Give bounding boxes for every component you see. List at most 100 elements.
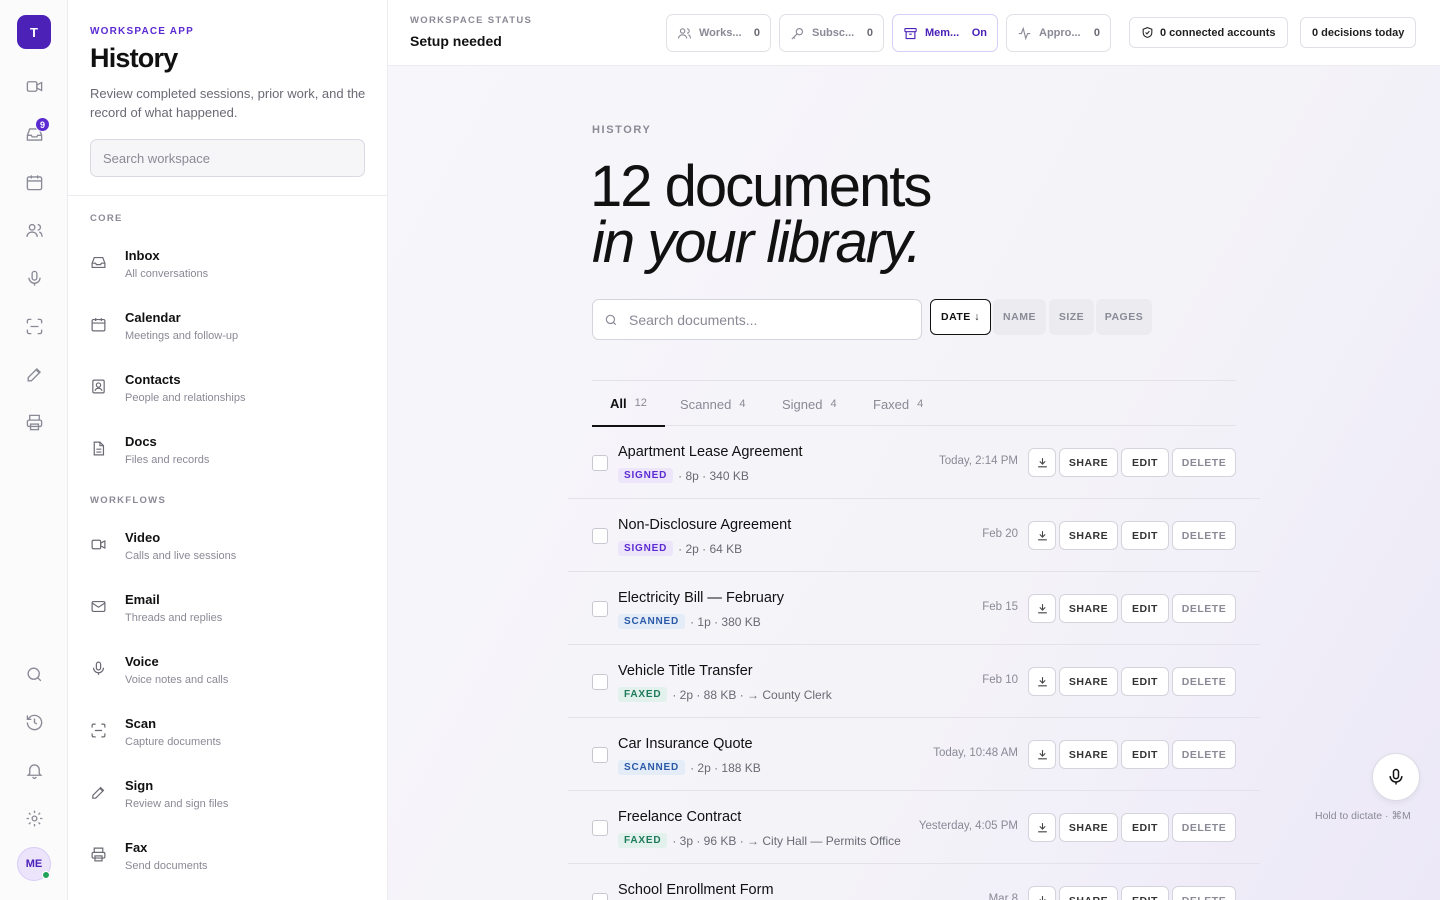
sidebar-item-calendar[interactable]: Calendar Meetings and follow-up xyxy=(82,304,374,354)
table-row[interactable]: Freelance Contract FAXED · 3p · 96 KB · → … xyxy=(568,791,1260,864)
sort-date-button[interactable]: DATE ↓ xyxy=(930,299,991,335)
document-meta: FAXED · 2p · 88 KB · → County Clerk xyxy=(618,687,832,702)
share-button[interactable]: SHARE xyxy=(1059,594,1118,623)
delete-button[interactable]: DELETE xyxy=(1172,448,1236,477)
table-row[interactable]: Non-Disclosure Agreement SIGNED · 2p · 64 … xyxy=(568,499,1260,572)
sidebar-item-video[interactable]: Video Calls and live sessions xyxy=(82,524,374,574)
share-button[interactable]: SHARE xyxy=(1059,886,1118,900)
connected-accounts-pill[interactable]: 0 connected accounts xyxy=(1129,17,1288,48)
tab-scanned[interactable]: Scanned 4 xyxy=(680,381,745,427)
table-row[interactable]: Electricity Bill — February SCANNED · 1p ·… xyxy=(568,572,1260,645)
document-name[interactable]: Non-Disclosure Agreement xyxy=(618,517,791,533)
table-row[interactable]: Car Insurance Quote SCANNED · 2p · 188 KB T… xyxy=(568,718,1260,791)
sort-name-button[interactable]: NAME xyxy=(993,299,1046,335)
document-search[interactable] xyxy=(592,299,922,340)
workspace-search-input[interactable] xyxy=(90,139,365,177)
status-badge: SCANNED xyxy=(618,760,686,775)
document-name[interactable]: Car Insurance Quote xyxy=(618,736,753,752)
share-button[interactable]: SHARE xyxy=(1059,448,1118,477)
share-button[interactable]: SHARE xyxy=(1059,740,1118,769)
icon-rail: T 9 ME xyxy=(0,0,68,900)
sidebar-item-docs[interactable]: Docs Files and records xyxy=(82,428,374,478)
share-button[interactable]: SHARE xyxy=(1059,813,1118,842)
rail-history-button[interactable] xyxy=(19,707,49,737)
download-button[interactable] xyxy=(1028,886,1056,900)
document-search-input[interactable] xyxy=(629,300,914,339)
sidebar-item-inbox[interactable]: Inbox All conversations xyxy=(82,242,374,292)
sidebar-item-fax[interactable]: Fax Send documents xyxy=(82,834,374,884)
sidebar-item-voice[interactable]: Voice Voice notes and calls xyxy=(82,648,374,698)
edit-button[interactable]: EDIT xyxy=(1121,448,1169,477)
rail-notifications-button[interactable] xyxy=(19,755,49,785)
sidebar-item-contacts[interactable]: Contacts People and relationships xyxy=(82,366,374,416)
delete-button[interactable]: DELETE xyxy=(1172,521,1236,550)
download-button[interactable] xyxy=(1028,521,1056,550)
calendar-icon xyxy=(26,174,42,190)
edit-button[interactable]: EDIT xyxy=(1121,667,1169,696)
document-name[interactable]: Apartment Lease Agreement xyxy=(618,444,803,460)
rail-scan-button[interactable] xyxy=(19,311,49,341)
row-checkbox[interactable] xyxy=(592,455,608,471)
document-name[interactable]: Vehicle Title Transfer xyxy=(618,663,753,679)
status-pill-subscriptions[interactable]: Subsc... 0 xyxy=(779,14,884,52)
edit-button[interactable]: EDIT xyxy=(1121,521,1169,550)
tab-all[interactable]: All 12 xyxy=(592,381,665,427)
download-button[interactable] xyxy=(1028,813,1056,842)
delete-button[interactable]: DELETE xyxy=(1172,813,1236,842)
delete-button[interactable]: DELETE xyxy=(1172,886,1236,900)
tab-signed[interactable]: Signed 4 xyxy=(782,381,837,427)
row-checkbox[interactable] xyxy=(592,528,608,544)
row-checkbox[interactable] xyxy=(592,601,608,617)
rail-fax-button[interactable] xyxy=(19,407,49,437)
avatar[interactable]: ME xyxy=(17,847,51,881)
document-name[interactable]: Electricity Bill — February xyxy=(618,590,784,606)
row-checkbox[interactable] xyxy=(592,820,608,836)
share-button[interactable]: SHARE xyxy=(1059,521,1118,550)
rail-settings-button[interactable] xyxy=(19,803,49,833)
edit-button[interactable]: EDIT xyxy=(1121,886,1169,900)
rail-calendar-button[interactable] xyxy=(19,167,49,197)
download-button[interactable] xyxy=(1028,594,1056,623)
sidebar-item-sign[interactable]: Sign Review and sign files xyxy=(82,772,374,822)
pill-value: 0 xyxy=(1093,27,1100,39)
sort-pages-button[interactable]: PAGES xyxy=(1096,299,1152,335)
download-button[interactable] xyxy=(1028,740,1056,769)
sidebar-item-email[interactable]: Email Threads and replies xyxy=(82,586,374,636)
delete-button[interactable]: DELETE xyxy=(1172,667,1236,696)
table-row[interactable]: Apartment Lease Agreement SIGNED · 8p · 34… xyxy=(568,426,1260,499)
document-name[interactable]: Freelance Contract xyxy=(618,809,741,825)
scan-icon xyxy=(90,722,110,742)
share-button[interactable]: SHARE xyxy=(1059,667,1118,696)
download-button[interactable] xyxy=(1028,667,1056,696)
sidebar-item-subtitle: Send documents xyxy=(125,860,208,872)
document-name[interactable]: School Enrollment Form xyxy=(618,882,774,898)
tab-faxed[interactable]: Faxed 4 xyxy=(873,381,923,427)
status-pill-workspaces[interactable]: Works... 0 xyxy=(666,14,771,52)
edit-button[interactable]: EDIT xyxy=(1121,813,1169,842)
delete-button[interactable]: DELETE xyxy=(1172,740,1236,769)
table-row[interactable]: School Enrollment Form Mar 8 SHAREEDITDELE… xyxy=(568,864,1260,900)
rail-inbox-button[interactable]: 9 xyxy=(19,117,50,149)
status-pill-approvals[interactable]: Appro... 0 xyxy=(1006,14,1111,52)
dictate-button[interactable] xyxy=(1372,753,1420,801)
status-pill-memory[interactable]: Mem... On xyxy=(892,14,998,52)
document-tabs: All 12 Scanned 4 Signed 4 Faxed 4 xyxy=(592,380,1236,427)
table-row[interactable]: Vehicle Title Transfer FAXED · 2p · 88 KB … xyxy=(568,645,1260,718)
delete-button[interactable]: DELETE xyxy=(1172,594,1236,623)
rail-video-button[interactable] xyxy=(19,71,49,101)
sidebar-item-title: Voice xyxy=(125,654,159,669)
rail-contacts-button[interactable] xyxy=(19,215,49,245)
sort-size-button[interactable]: SIZE xyxy=(1049,299,1094,335)
rail-search-button[interactable] xyxy=(19,659,49,689)
edit-button[interactable]: EDIT xyxy=(1121,740,1169,769)
decisions-pill[interactable]: 0 decisions today xyxy=(1300,17,1417,48)
download-button[interactable] xyxy=(1028,448,1056,477)
sidebar-item-scan[interactable]: Scan Capture documents xyxy=(82,710,374,760)
row-checkbox[interactable] xyxy=(592,747,608,763)
row-checkbox[interactable] xyxy=(592,674,608,690)
rail-voice-button[interactable] xyxy=(19,263,49,293)
edit-button[interactable]: EDIT xyxy=(1121,594,1169,623)
workspace-logo[interactable]: T xyxy=(17,15,51,49)
row-checkbox[interactable] xyxy=(592,893,608,900)
rail-sign-button[interactable] xyxy=(19,359,49,389)
